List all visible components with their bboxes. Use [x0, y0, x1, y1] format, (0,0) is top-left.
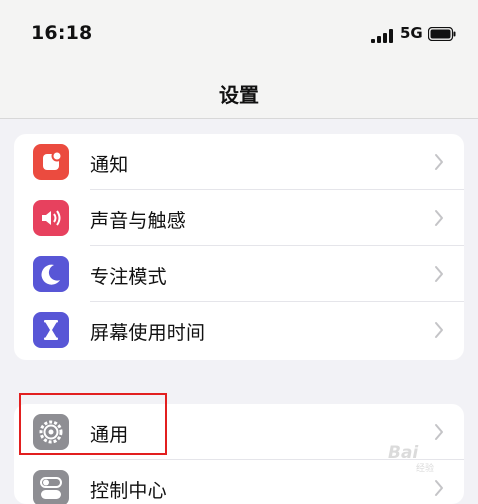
watermark: Bai 经验 [388, 434, 466, 474]
chevron-right-icon [435, 210, 443, 226]
toggle-icon [33, 470, 69, 504]
watermark-subtext: 经验 [416, 464, 435, 474]
settings-row-focus[interactable]: 专注模式 [14, 246, 464, 302]
signal-bars-icon [371, 29, 393, 43]
settings-group-1: 通知 声音与触感 专注模式 屏幕使用时间 [14, 134, 464, 360]
page-title: 设置 [219, 83, 259, 107]
settings-row-label: 控制中心 [90, 480, 167, 502]
battery-icon [428, 27, 456, 41]
moon-icon [33, 256, 69, 292]
chevron-right-icon [435, 480, 443, 496]
settings-row-label: 通知 [90, 154, 129, 176]
network-type: 5G [400, 24, 423, 42]
chevron-right-icon [435, 154, 443, 170]
highlight-frame [19, 393, 167, 455]
settings-row-label: 屏幕使用时间 [90, 322, 206, 344]
settings-row-label: 声音与触感 [90, 210, 187, 232]
notifications-icon [33, 144, 69, 180]
watermark-text: Bai [388, 443, 419, 463]
settings-row-notifications[interactable]: 通知 [14, 134, 464, 190]
sound-icon [33, 200, 69, 236]
hourglass-icon [33, 312, 69, 348]
settings-row-sounds[interactable]: 声音与触感 [14, 190, 464, 246]
navigation-bar: 设置 [0, 70, 478, 119]
settings-row-screen-time[interactable]: 屏幕使用时间 [14, 302, 464, 358]
status-bar: 16:18 5G [0, 0, 478, 70]
chevron-right-icon [435, 322, 443, 338]
settings-row-label: 专注模式 [90, 266, 167, 288]
status-time: 16:18 [31, 22, 93, 44]
chevron-right-icon [435, 266, 443, 282]
